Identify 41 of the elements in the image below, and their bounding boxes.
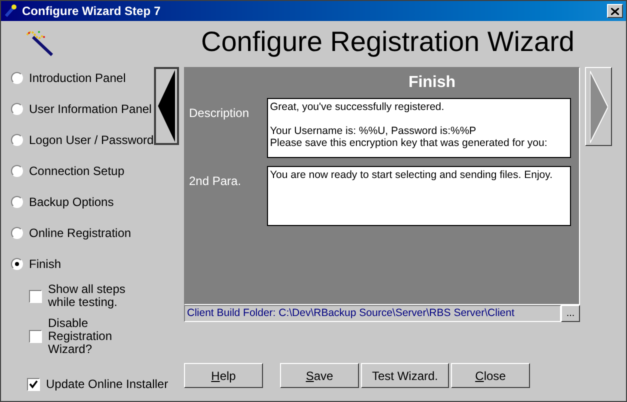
browse-button[interactable]: ...: [561, 305, 580, 322]
step-label[interactable]: Logon User / Password: [29, 130, 154, 148]
step-label[interactable]: Backup Options: [29, 192, 114, 210]
radio-button[interactable]: [11, 102, 23, 114]
checkbox-label[interactable]: Show all steps while testing.: [48, 283, 148, 309]
dialog-button[interactable]: Save: [280, 363, 359, 388]
step-label[interactable]: Connection Setup: [29, 162, 124, 180]
checkbox-label[interactable]: Update Online Installer: [46, 378, 168, 391]
dialog-button[interactable]: Test Wizard.: [361, 363, 449, 388]
checkbox-label[interactable]: Disable Registration Wizard?: [48, 317, 148, 356]
wizard-heading: Configure Registration Wizard: [201, 25, 576, 59]
radio-button[interactable]: [11, 226, 23, 238]
close-icon: [611, 8, 619, 14]
step-label[interactable]: Finish: [29, 254, 62, 272]
close-button[interactable]: [607, 4, 623, 18]
step-label[interactable]: Online Registration: [29, 224, 132, 242]
text-area[interactable]: You are now ready to start selecting and sending files. Enjoy.: [267, 166, 571, 226]
radio-button[interactable]: [11, 164, 23, 176]
radio-button[interactable]: [11, 196, 23, 208]
wand-icon: [4, 4, 18, 18]
window-title: Configure Wizard Step 7: [22, 3, 162, 20]
radio-button[interactable]: [11, 258, 23, 270]
panel-title: Finish: [407, 73, 457, 93]
text-area[interactable]: Great, you've successfully registered. Your Username is: %%U, Password is:%%P Please save this encryption key that was generated for you:: [267, 98, 571, 158]
checkbox[interactable]: [27, 378, 40, 391]
field-label: Description: [188, 105, 250, 122]
radio-button[interactable]: [11, 134, 23, 146]
next-button[interactable]: [585, 67, 612, 146]
back-button[interactable]: [154, 67, 179, 145]
step-label[interactable]: Introduction Panel: [29, 68, 126, 86]
magic-wand-icon: [25, 29, 55, 57]
dialog-button[interactable]: Close: [451, 363, 530, 388]
checkbox[interactable]: [29, 290, 42, 302]
checkbox[interactable]: [29, 330, 42, 343]
step-label[interactable]: User Information Panel: [29, 100, 152, 118]
dialog-button[interactable]: Help: [184, 363, 263, 388]
radio-button[interactable]: [11, 72, 23, 84]
build-folder-field[interactable]: Client Build Folder: C:\Dev\RBackup Source\Server\RBS Server\Client: [184, 305, 561, 322]
left-arrow-icon: [158, 70, 175, 142]
right-arrow-icon: [590, 70, 608, 142]
field-label: 2nd Para.: [188, 173, 242, 190]
